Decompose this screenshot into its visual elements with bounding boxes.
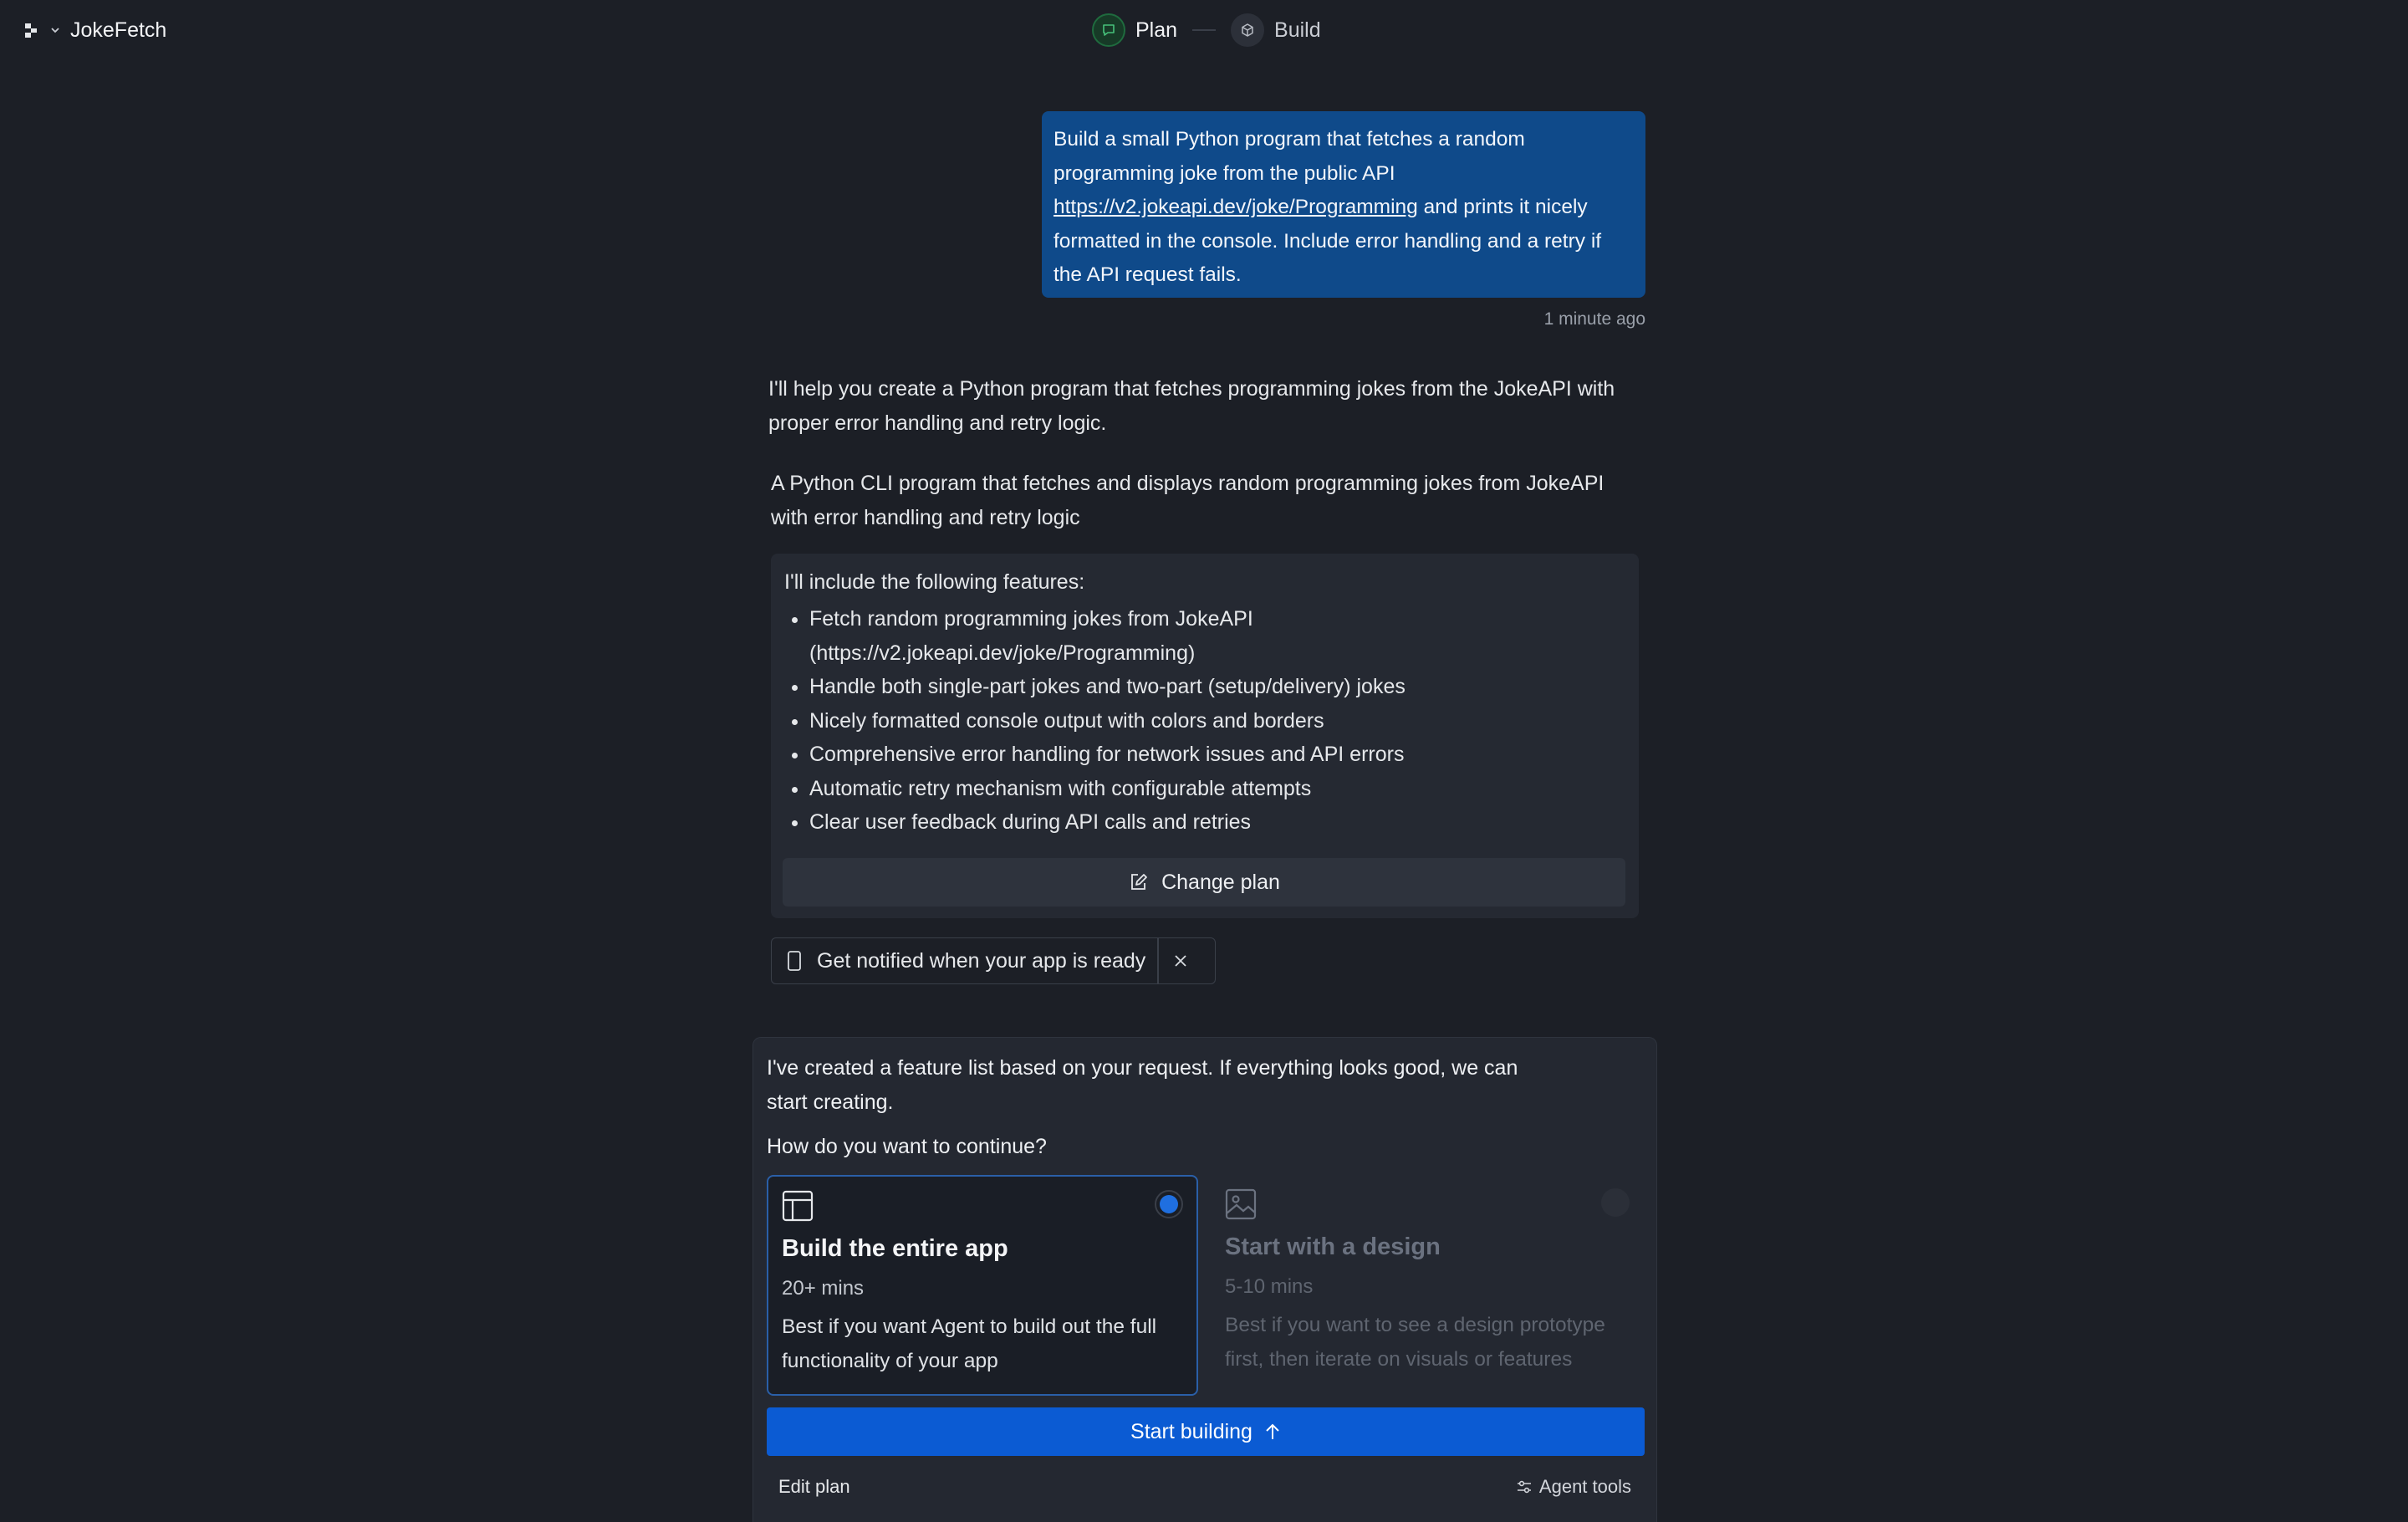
feature-item: Fetch random programming jokes from Joke… xyxy=(809,602,1625,670)
plan-card: I'll include the following features: Fet… xyxy=(771,554,1639,918)
start-building-button[interactable]: Start building xyxy=(767,1407,1645,1456)
assistant-intro: I'll help you create a Python program th… xyxy=(768,377,1615,435)
change-plan-label: Change plan xyxy=(1161,870,1280,894)
phone-icon xyxy=(788,951,801,971)
box-icon xyxy=(1242,23,1253,37)
app-logo-icon xyxy=(25,23,37,38)
progress-steps: Plan Build xyxy=(1092,12,1321,49)
option-description: Best if you want Agent to build out the … xyxy=(782,1315,1157,1372)
plan-summary: A Python CLI program that fetches and di… xyxy=(771,472,1604,529)
dismiss-notify-button[interactable] xyxy=(1159,953,1202,968)
sliders-icon xyxy=(1517,1480,1531,1494)
project-switcher[interactable]: JokeFetch xyxy=(23,15,166,45)
top-bar: JokeFetch Plan Build xyxy=(0,0,2408,60)
step-connector xyxy=(1192,29,1217,31)
option-title: Start with a design xyxy=(1225,1233,1441,1260)
chat-bubble-icon xyxy=(1103,24,1115,36)
edit-icon xyxy=(1131,874,1147,890)
start-building-label: Start building xyxy=(1130,1419,1252,1443)
user-message-text: Build a small Python program that fetche… xyxy=(1054,128,1525,185)
continue-question: How do you want to continue? xyxy=(767,1135,1047,1158)
message-timestamp: 1 minute ago xyxy=(1543,309,1645,329)
option-title: Build the entire app xyxy=(782,1235,1008,1262)
option-radio-selected[interactable] xyxy=(1155,1190,1183,1218)
option-radio-unselected[interactable] xyxy=(1601,1188,1630,1217)
feature-item: Comprehensive error handling for network… xyxy=(809,738,1625,772)
build-step-indicator xyxy=(1231,13,1265,47)
chevron-down-icon xyxy=(51,28,59,33)
feature-item: Handle both single-part jokes and two-pa… xyxy=(809,670,1625,704)
agent-tools-label: Agent tools xyxy=(1538,1476,1631,1497)
close-icon xyxy=(1175,955,1186,967)
option-time: 5-10 mins xyxy=(1225,1275,1314,1298)
agent-tools-button[interactable]: Agent tools xyxy=(1516,1476,1631,1498)
features-heading: I'll include the following features: xyxy=(784,570,1085,594)
option-build-entire-app[interactable]: Build the entire app 20+ mins Best if yo… xyxy=(767,1175,1198,1396)
option-start-with-design[interactable]: Start with a design 5-10 mins Best if yo… xyxy=(1212,1175,1643,1396)
edit-plan-link[interactable]: Edit plan xyxy=(778,1476,850,1498)
feature-item: Nicely formatted console output with col… xyxy=(809,704,1625,738)
option-description: Best if you want to see a design prototy… xyxy=(1225,1314,1605,1371)
user-message-bubble: Build a small Python program that fetche… xyxy=(1042,111,1645,298)
step-build-label: Build xyxy=(1274,18,1321,42)
feature-list: Fetch random programming jokes from Joke… xyxy=(784,602,1625,840)
layout-icon xyxy=(782,1190,814,1222)
notify-label: Get notified when your app is ready xyxy=(817,948,1146,973)
plan-step-indicator xyxy=(1092,13,1125,47)
option-time: 20+ mins xyxy=(782,1277,865,1300)
arrow-up-icon xyxy=(1266,1423,1279,1439)
feature-item: Automatic retry mechanism with configura… xyxy=(809,772,1625,806)
api-link[interactable]: https://v2.jokeapi.dev/joke/Programming xyxy=(1054,196,1418,218)
project-name: JokeFetch xyxy=(70,18,167,42)
continue-panel: I've created a feature list based on you… xyxy=(752,1037,1657,1522)
image-icon xyxy=(1225,1188,1257,1220)
feature-item: Clear user feedback during API calls and… xyxy=(809,805,1625,840)
panel-message: I've created a feature list based on you… xyxy=(767,1056,1518,1114)
notify-pill[interactable]: Get notified when your app is ready xyxy=(771,937,1216,984)
step-plan-label: Plan xyxy=(1135,18,1178,42)
change-plan-button[interactable]: Change plan xyxy=(783,858,1625,907)
